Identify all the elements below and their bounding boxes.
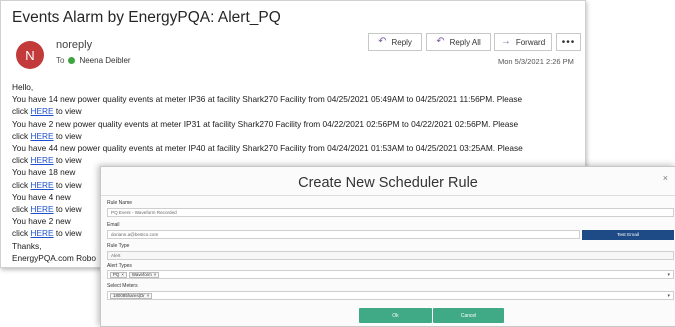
more-icon: •••	[561, 36, 576, 48]
email-input[interactable]: doriann.a@bestco.com	[107, 230, 580, 239]
chip-label: 180085hares(Dr	[113, 293, 145, 298]
email-subject: Events Alarm by EnergyPQA: Alert_PQ	[12, 9, 281, 26]
view-line: click HERE to view	[12, 105, 585, 117]
here-link[interactable]: HERE	[30, 204, 53, 214]
chevron-down-icon[interactable]: ▾	[667, 292, 670, 301]
recipient-name[interactable]: Neena Deibler	[79, 56, 130, 65]
to-view-text: to view	[53, 204, 82, 215]
event-line: You have 14 new power quality events at …	[12, 94, 523, 105]
divider	[101, 195, 675, 196]
recipient-row: To Neena Deibler	[56, 56, 131, 65]
alert-type-chip: PQ ×	[110, 271, 127, 278]
click-text: click	[12, 228, 29, 239]
test-email-button[interactable]: Test Email	[582, 230, 674, 240]
to-view-text: to view	[53, 179, 82, 190]
alert-type-chip: Waveform ×	[128, 271, 160, 278]
view-line: click HERE to view	[12, 154, 585, 166]
avatar-initial: N	[25, 47, 35, 63]
chip-remove-icon[interactable]: ×	[154, 272, 157, 277]
click-text: click	[12, 130, 29, 141]
chip-label: PQ	[113, 272, 120, 277]
select-meters-select[interactable]: 180085hares(Dr × ▾	[107, 291, 674, 300]
event-line: You have 2 new power quality events at m…	[12, 118, 519, 129]
view-line: click HERE to view	[12, 130, 585, 142]
more-actions-button[interactable]: •••	[556, 33, 581, 51]
reply-all-icon: ↶	[436, 36, 445, 47]
ok-button[interactable]: Ok	[359, 308, 432, 323]
alert-types-select[interactable]: PQ × Waveform × ▾	[107, 270, 674, 279]
to-label: To	[56, 56, 65, 65]
select-meters-label: Select Meters	[107, 283, 138, 289]
event-line: You have 44 new power quality events at …	[12, 143, 523, 154]
chip-remove-icon[interactable]: ×	[121, 272, 124, 277]
here-link[interactable]: HERE	[30, 155, 53, 165]
cancel-button[interactable]: Cancel	[433, 308, 504, 323]
click-text: click	[12, 106, 29, 117]
meter-chip: 180085hares(Dr ×	[110, 292, 153, 299]
reply-label: Reply	[391, 37, 412, 47]
click-text: click	[12, 204, 29, 215]
to-view-text: to view	[53, 106, 82, 117]
reply-all-label: Reply All	[449, 37, 481, 47]
forward-button[interactable]: → Forward	[494, 33, 552, 51]
rule-name-label: Rule Name	[107, 200, 133, 206]
to-view-text: to view	[53, 155, 82, 166]
click-text: click	[12, 155, 29, 166]
reply-button[interactable]: ↶ Reply	[368, 33, 422, 51]
greeting: Hello,	[12, 82, 34, 92]
create-scheduler-rule-dialog: Create New Scheduler Rule × Rule Name PQ…	[100, 166, 675, 327]
forward-label: Forward	[515, 37, 546, 47]
to-view-text: to view	[53, 228, 82, 239]
avatar: N	[16, 41, 44, 69]
rule-type-label: Rule Type	[107, 243, 130, 249]
rule-name-input[interactable]: PQ Event - Waveform Recorded	[107, 208, 674, 217]
reply-all-button[interactable]: ↶ Reply All	[426, 33, 491, 51]
sender-name: noreply	[56, 39, 93, 51]
chip-remove-icon[interactable]: ×	[147, 293, 150, 298]
here-link[interactable]: HERE	[30, 180, 53, 190]
reply-icon: ↶	[378, 36, 387, 47]
chip-label: Waveform	[131, 272, 152, 277]
presence-status-icon	[68, 57, 76, 64]
here-link[interactable]: HERE	[30, 106, 53, 116]
here-link[interactable]: HERE	[30, 228, 53, 238]
alert-types-label: Alert Types	[107, 263, 132, 269]
email-label: Email	[107, 222, 120, 228]
email-date: Mon 5/3/2021 2:26 PM	[498, 57, 574, 66]
here-link[interactable]: HERE	[30, 131, 53, 141]
close-icon[interactable]: ×	[663, 173, 668, 183]
forward-icon: →	[500, 36, 511, 47]
click-text: click	[12, 179, 29, 190]
dialog-title: Create New Scheduler Rule	[298, 175, 478, 191]
chevron-down-icon[interactable]: ▾	[667, 271, 670, 280]
to-view-text: to view	[53, 130, 82, 141]
rule-type-input[interactable]: Alert	[107, 251, 674, 260]
